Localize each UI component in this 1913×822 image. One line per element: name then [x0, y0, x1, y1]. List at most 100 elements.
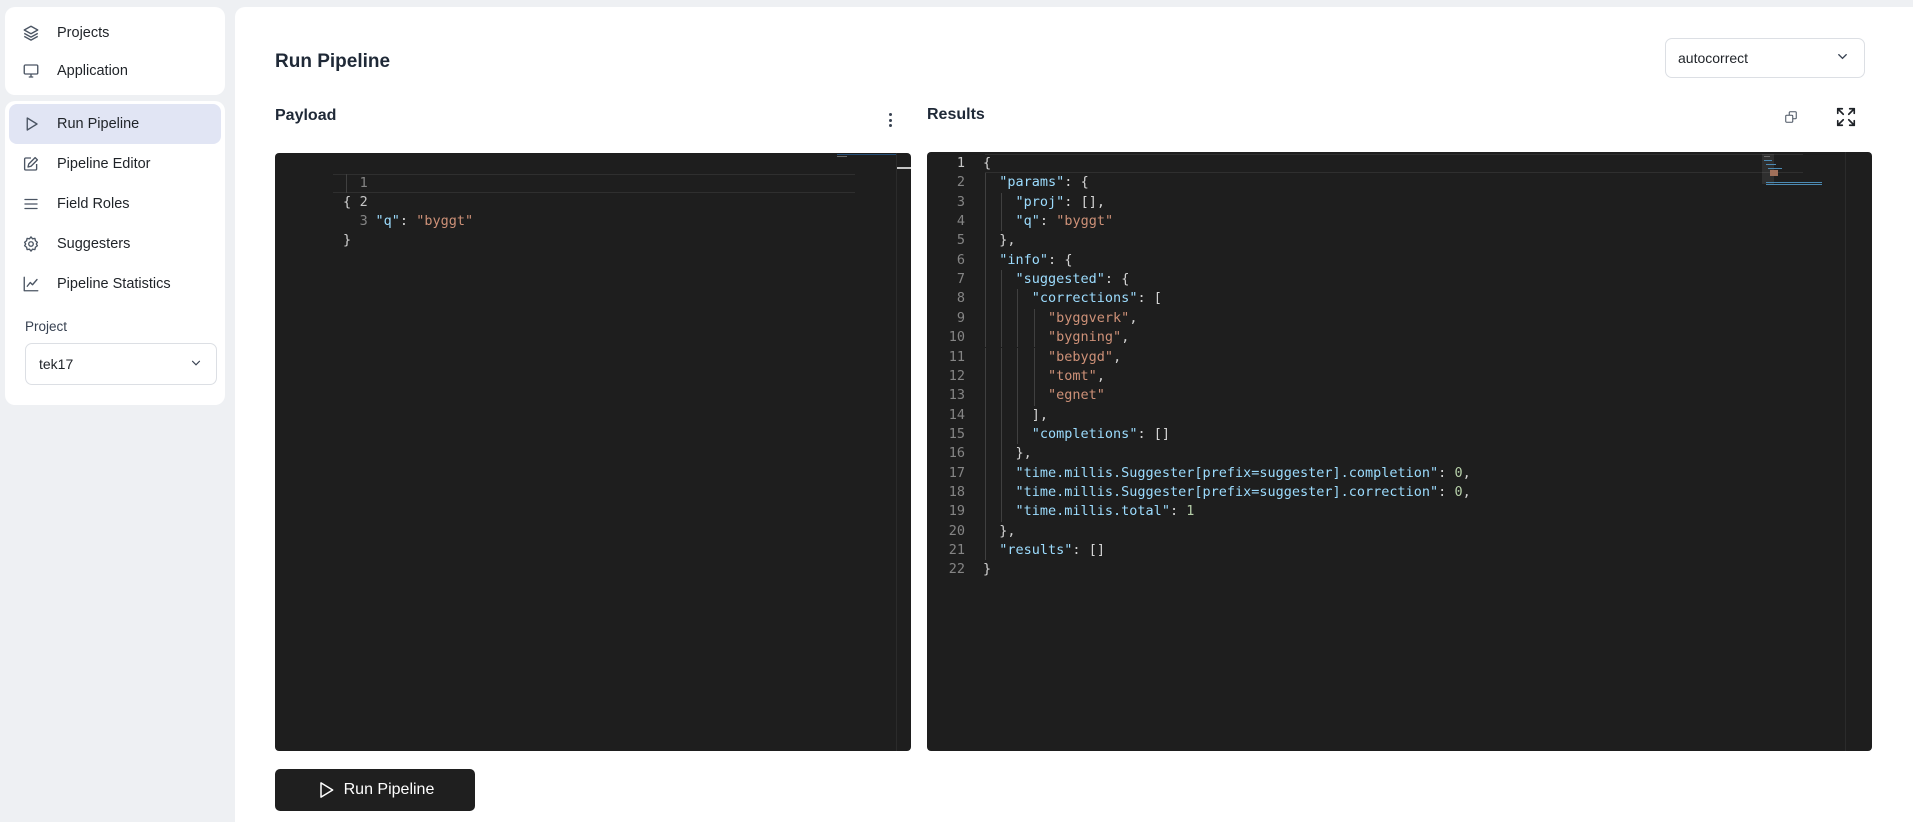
code-text: "suggested": { — [1015, 271, 1130, 288]
code-text: ], — [1031, 406, 1049, 423]
payload-editor[interactable]: 1 { 2 "q": "byggt" 3 } — [275, 153, 911, 751]
indent-guide — [985, 270, 986, 290]
indent-guide — [1017, 347, 1019, 367]
project-select-value: tek17 — [39, 356, 74, 372]
editor-scrollbar[interactable] — [896, 153, 911, 751]
code-line: 9 "byggverk", — [927, 309, 1872, 328]
indent-guide — [1017, 405, 1019, 425]
indent-guide — [1001, 270, 1003, 290]
line-number: 15 — [948, 425, 965, 442]
sidebar-item-suggesters[interactable]: Suggesters — [9, 224, 221, 264]
indent-guide — [985, 308, 986, 329]
sidebar-item-label: Pipeline Editor — [57, 156, 151, 172]
page-title: Run Pipeline — [275, 51, 391, 72]
indent-guide — [985, 482, 986, 503]
code-line: 7 "suggested": { — [927, 270, 1872, 289]
payload-label: Payload — [275, 107, 337, 124]
indent-guide — [1017, 366, 1019, 387]
line-number: 22 — [948, 561, 965, 578]
sidebar-item-label: Projects — [57, 25, 110, 41]
code-text: "q": "byggt" — [1015, 213, 1114, 230]
code-line: 10 "bygning", — [927, 328, 1872, 347]
line-number: 6 — [956, 251, 965, 268]
sidebar-main-section: Run Pipeline Pipeline Editor Field Roles… — [5, 101, 225, 405]
code-line: 2 "params": { — [927, 173, 1872, 192]
fullscreen-icon[interactable] — [1832, 103, 1860, 131]
code-text: } — [983, 561, 992, 578]
sidebar-item-pipeline-statistics[interactable]: Pipeline Statistics — [9, 264, 221, 304]
sidebar-item-label: Suggesters — [57, 236, 131, 252]
line-number: 7 — [956, 271, 965, 288]
code-line: 14 ], — [927, 406, 1872, 425]
line-number: 9 — [956, 309, 965, 326]
code-text: }, — [1015, 445, 1032, 462]
code-line: 1{ — [927, 154, 1872, 173]
code-text: }, — [999, 232, 1016, 249]
run-pipeline-button-label: Run Pipeline — [343, 781, 435, 798]
line-number: 20 — [948, 522, 965, 539]
editor-minimap[interactable] — [835, 153, 897, 161]
copy-icon[interactable] — [1782, 108, 1800, 126]
results-editor[interactable]: 1{2 "params": {3 "proj": [], 4 "q": "bygg… — [927, 152, 1872, 751]
indent-guide — [985, 424, 986, 445]
indent-guide — [985, 386, 986, 406]
results-label: Results — [927, 106, 985, 123]
pipeline-select[interactable]: autocorrect — [1665, 38, 1865, 78]
indent-guide — [1001, 386, 1003, 406]
list-icon — [22, 195, 40, 213]
code-line: 5 }, — [927, 231, 1872, 250]
editor-scrollbar[interactable] — [1845, 152, 1859, 751]
code-line: 4 "q": "byggt" — [927, 212, 1872, 231]
sidebar-top-section: Projects Application — [5, 7, 225, 95]
line-number: 5 — [956, 232, 965, 249]
indent-guide — [1033, 347, 1035, 367]
indent-guide — [985, 463, 986, 483]
code-text: "time.millis.Suggester[prefix=suggester]… — [1015, 483, 1471, 500]
sidebar-item-projects[interactable]: Projects — [9, 15, 221, 51]
line-number: 11 — [948, 348, 965, 365]
chevron-down-icon — [189, 356, 203, 373]
run-pipeline-button[interactable]: Run Pipeline — [275, 769, 475, 811]
line-number: 14 — [948, 406, 965, 423]
line-number: 2 — [956, 174, 965, 191]
line-number: 3 — [956, 193, 965, 210]
sidebar-item-application[interactable]: Application — [9, 51, 221, 91]
code-line: 8 "corrections": [ — [927, 289, 1872, 308]
editor-minimap[interactable] — [1760, 152, 1822, 196]
code-line: 2 "q": "byggt" — [275, 174, 911, 229]
code-text: "corrections": [ — [1031, 290, 1162, 307]
code-line: 18 "time.millis.Suggester[prefix=suggest… — [927, 483, 1872, 502]
layers-icon — [22, 24, 40, 42]
code-line: 13 "egnet" — [927, 386, 1872, 405]
indent-guide — [1017, 289, 1019, 309]
indent-guide — [985, 521, 986, 541]
line-number: 16 — [948, 445, 965, 462]
indent-guide — [985, 405, 986, 425]
code-line: 6 "info": { — [927, 251, 1872, 270]
sidebar-item-field-roles[interactable]: Field Roles — [9, 184, 221, 224]
indent-guide — [1001, 444, 1003, 464]
indent-guide — [1001, 289, 1003, 309]
code-text: "results": [] — [999, 542, 1105, 558]
code-line: 11 "bebygd", — [927, 348, 1872, 367]
sidebar-item-run-pipeline[interactable]: Run Pipeline — [9, 104, 221, 144]
line-number: 12 — [948, 367, 965, 384]
indent-guide — [985, 444, 986, 464]
line-number: 19 — [948, 503, 965, 520]
indent-guide — [985, 502, 986, 522]
more-options-icon[interactable] — [883, 111, 897, 129]
indent-guide — [1001, 502, 1003, 522]
code-line: 1 { — [275, 155, 911, 210]
project-select[interactable]: tek17 — [25, 343, 217, 385]
sidebar-item-pipeline-editor[interactable]: Pipeline Editor — [9, 144, 221, 184]
indent-guide — [1033, 386, 1035, 406]
indent-guide — [985, 347, 986, 367]
indent-guide — [1001, 463, 1003, 483]
code-text: }, — [999, 522, 1016, 539]
indent-guide — [1001, 347, 1003, 367]
code-line: 21 "results": [] — [927, 541, 1872, 560]
gear-icon — [22, 235, 40, 253]
sidebar-item-label: Application — [57, 63, 128, 79]
line-number: 10 — [948, 329, 965, 346]
indent-guide — [1017, 328, 1019, 348]
